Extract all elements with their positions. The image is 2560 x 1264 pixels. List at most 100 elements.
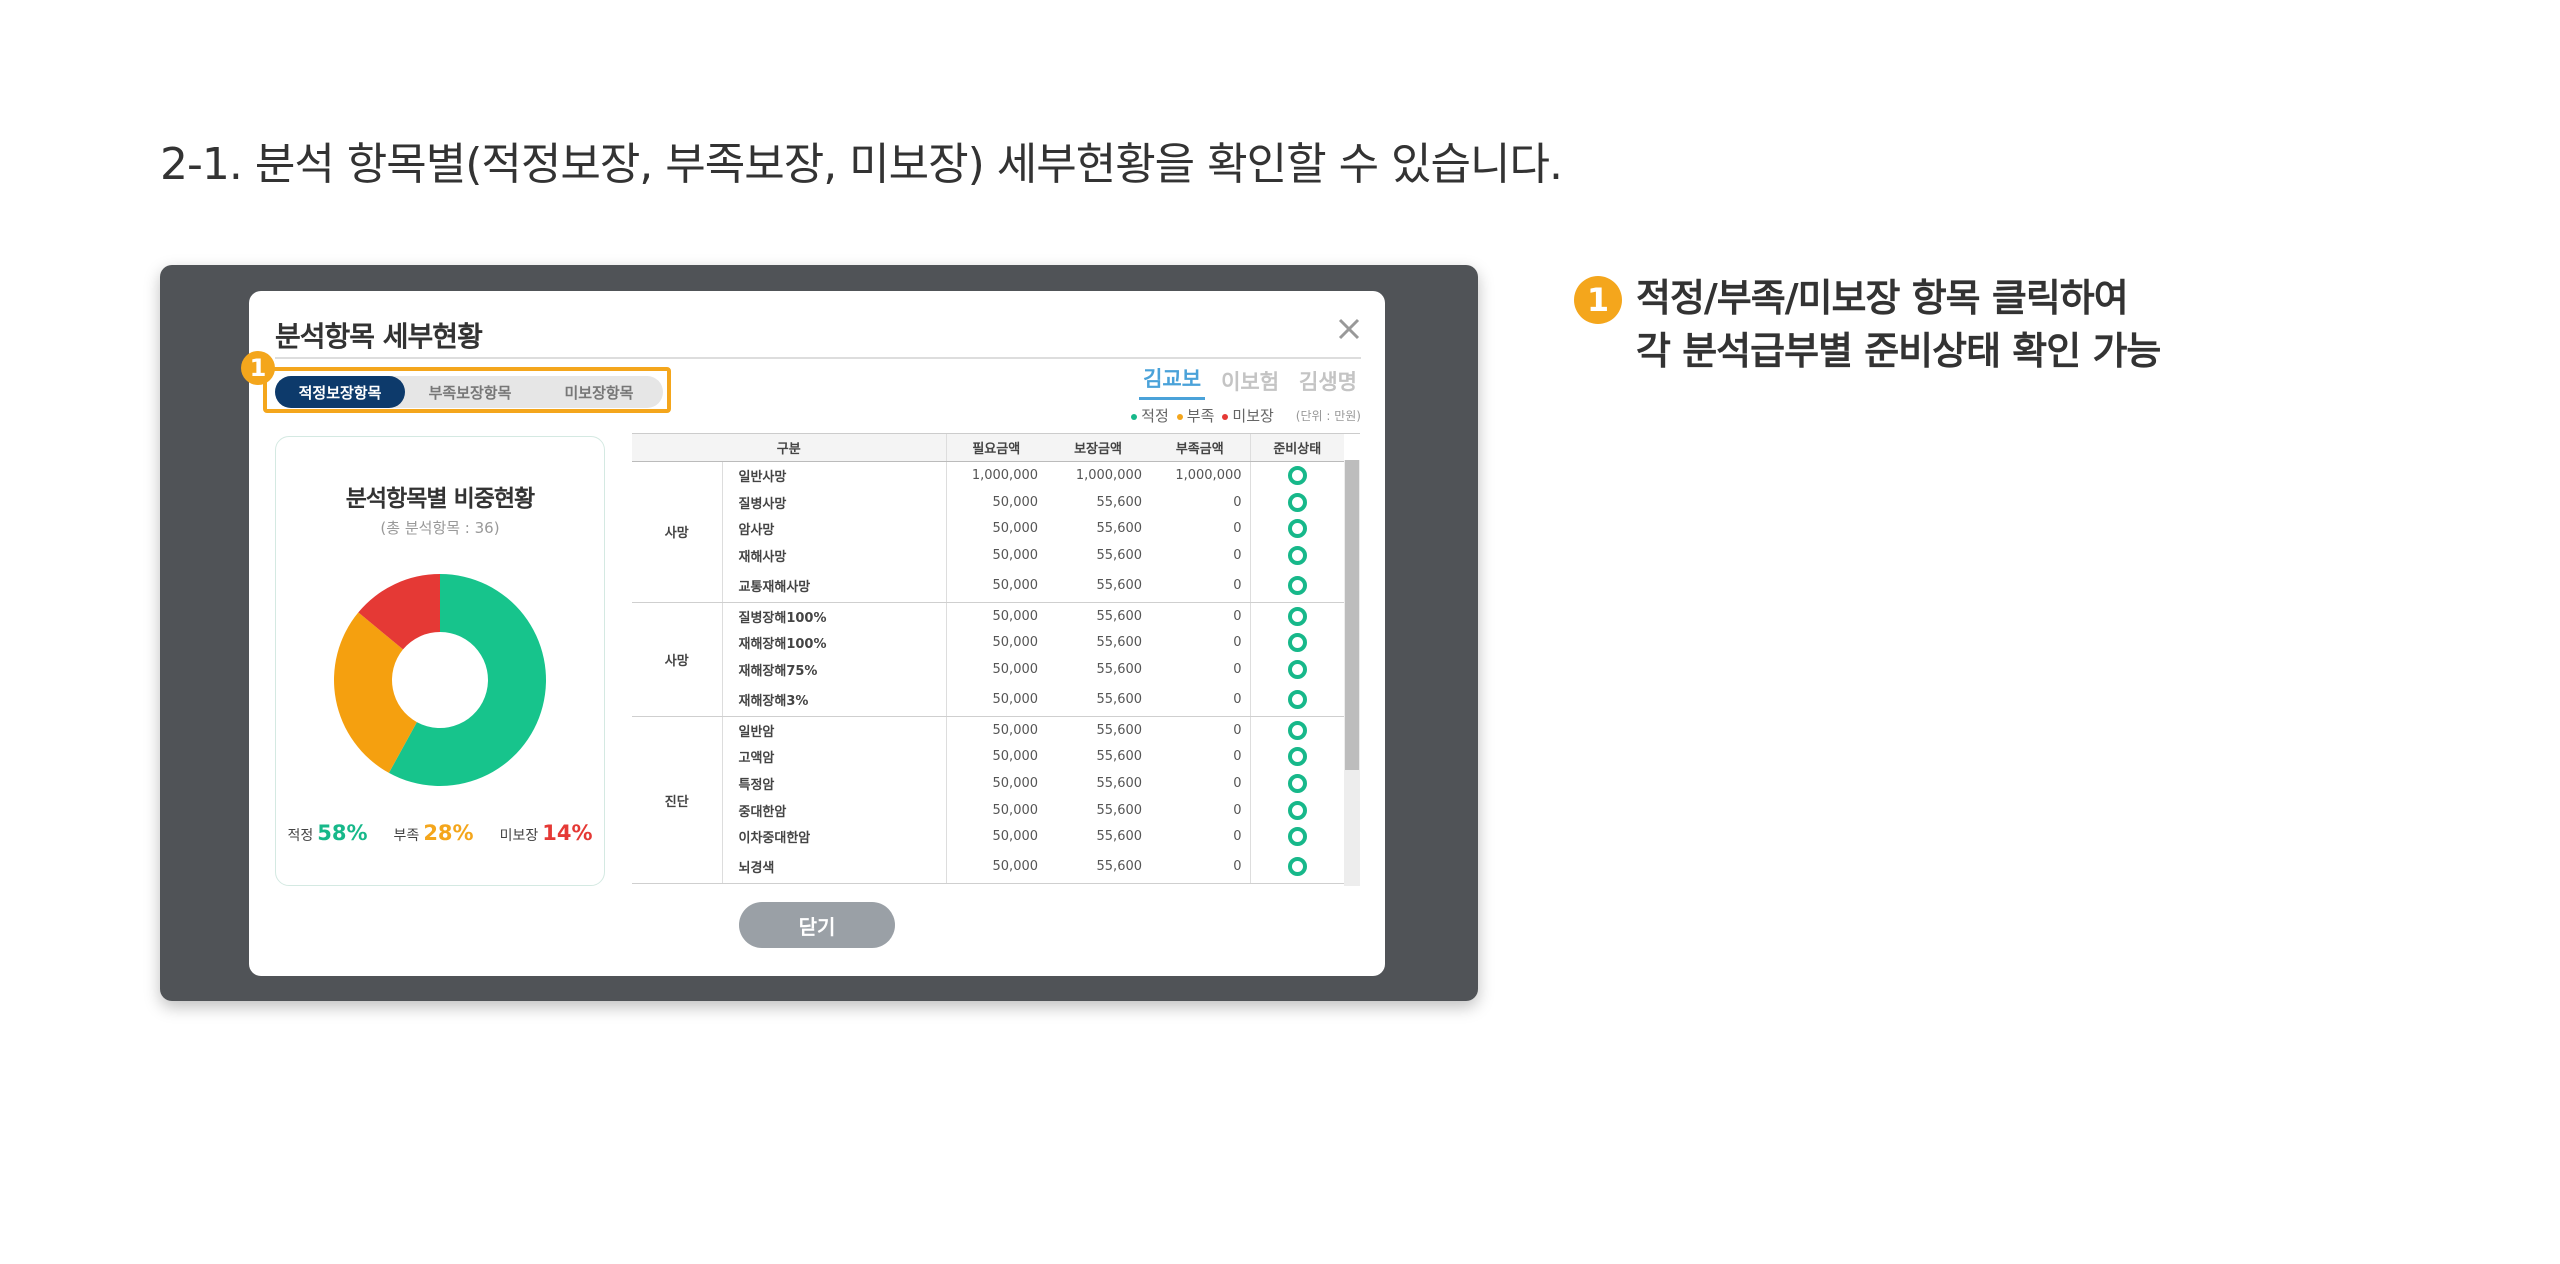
need-amount: 50,000 <box>945 542 1047 569</box>
table-row[interactable]: 중대한암 50,000 55,600 0 <box>632 796 1345 824</box>
status-cell <box>1249 542 1345 569</box>
table-row[interactable]: 재해장해3% 50,000 55,600 0 <box>632 682 1345 717</box>
dialog-title: 분석항목 세부현황 <box>275 320 483 353</box>
status-cell <box>1249 488 1345 516</box>
item-name: 암사망 <box>738 523 775 539</box>
short-amount: 0 <box>1233 608 1242 624</box>
ratio-card: 분석항목별 비중현황 (총 분석항목 : 36) 적정 58% 부족 28% 미보장… <box>275 436 605 886</box>
cover-amount: 55,600 <box>1096 802 1143 818</box>
need-amount: 50,000 <box>945 716 1047 744</box>
cover-amount: 55,600 <box>1096 661 1143 677</box>
item-name: 재해장해75% <box>738 663 818 679</box>
need-amount: 50,000 <box>945 629 1047 657</box>
table-row[interactable]: 뇌경색 50,000 55,600 0 <box>632 850 1345 885</box>
table-scrollbar[interactable] <box>1344 460 1360 886</box>
table-row[interactable]: 암사망 50,000 55,600 0 <box>632 515 1345 543</box>
cover-amount: 55,600 <box>1096 547 1143 563</box>
need-amount: 50,000 <box>945 682 1047 717</box>
group-label: 사망 <box>632 461 723 603</box>
table-row[interactable]: 재해장해75% 50,000 55,600 0 <box>632 656 1345 683</box>
short-amount: 0 <box>1233 661 1242 677</box>
person-tab-1[interactable]: 김교보 <box>1139 363 1206 400</box>
item-name: 질병장해100% <box>738 610 827 626</box>
status-circle-icon <box>1287 519 1307 539</box>
coverage-table-container: 구분 필요금액 보장금액 부족금액 준비상태 사망 일반사망 1,000,000 1,… <box>632 433 1360 886</box>
status-circle-icon <box>1287 606 1307 626</box>
table-row[interactable]: 사망 질병장해100% 50,000 55,600 0 <box>632 602 1345 717</box>
col-header-status: 준비상태 <box>1249 434 1345 462</box>
status-cell <box>1249 629 1345 657</box>
table-row[interactable]: 고액암 50,000 55,600 0 <box>632 743 1345 771</box>
item-name: 재해장해100% <box>738 637 827 653</box>
short-amount: 0 <box>1150 568 1251 603</box>
group-label: 진단 <box>632 716 723 885</box>
need-amount: 50,000 <box>945 850 1047 885</box>
cover-amount: 55,600 <box>1046 682 1151 717</box>
unit-label: (단위 : 만원) <box>1295 409 1361 423</box>
status-circle-icon <box>1287 827 1307 847</box>
item-name: 이차중대한암 <box>738 831 811 847</box>
status-circle-icon <box>1287 774 1307 794</box>
table-row[interactable]: 진단 일반암 50,000 55,600 0 <box>632 716 1345 885</box>
status-circle-icon <box>1287 689 1307 709</box>
legend-dot-uncovered <box>1222 413 1229 420</box>
callout-line-2: 각 분석급부별 준비상태 확인 가능 <box>1636 329 2161 374</box>
status-circle-icon <box>1287 545 1307 565</box>
item-name: 일반사망 <box>738 469 787 485</box>
stat-insufficient: 부족 28% <box>393 821 474 845</box>
stat-adequate: 적정 58% <box>287 821 368 845</box>
cover-amount: 55,600 <box>1096 521 1143 537</box>
need-amount: 50,000 <box>945 656 1047 683</box>
status-cell <box>1249 850 1345 885</box>
table-row[interactable]: 재해사망 50,000 55,600 0 <box>632 542 1345 569</box>
cover-amount: 55,600 <box>1096 494 1143 510</box>
close-icon[interactable] <box>1335 315 1363 343</box>
coverage-table: 구분 필요금액 보장금액 부족금액 준비상태 사망 일반사망 1,000,000 1,… <box>632 434 1345 885</box>
status-cell <box>1249 743 1345 771</box>
item-name: 중대한암 <box>738 804 787 820</box>
status-circle-icon <box>1287 800 1307 820</box>
callout: 1 적정/부족/미보장 항목 클릭하여 각 분석급부별 준비상태 확인 가능 <box>1574 272 2161 378</box>
need-amount: 50,000 <box>945 823 1047 851</box>
short-amount: 0 <box>1233 547 1242 563</box>
item-name: 재해사망 <box>738 549 787 565</box>
table-row[interactable]: 교통재해사망 50,000 55,600 0 <box>632 568 1345 603</box>
close-button[interactable]: 닫기 <box>739 902 895 948</box>
page-heading: 2-1. 분석 항목별(적정보장, 부족보장, 미보장) 세부현황을 확인할 수… <box>160 139 1563 190</box>
need-amount: 50,000 <box>945 488 1047 516</box>
table-row[interactable]: 질병사망 50,000 55,600 0 <box>632 488 1345 516</box>
need-amount: 1,000,000 <box>945 461 1047 489</box>
item-name: 질병사망 <box>738 496 787 512</box>
status-cell <box>1249 461 1345 489</box>
title-divider <box>275 357 1361 359</box>
callout-line-1: 적정/부족/미보장 항목 클릭하여 <box>1636 276 2129 320</box>
legend-uncovered: 미보장 <box>1222 405 1274 426</box>
short-amount: 0 <box>1150 850 1251 885</box>
need-amount: 50,000 <box>945 515 1047 543</box>
person-tab-2[interactable]: 이보험 <box>1217 366 1283 400</box>
table-row[interactable]: 이차중대한암 50,000 55,600 0 <box>632 823 1345 851</box>
ratio-card-subtitle: (총 분석항목 : 36) <box>380 519 500 537</box>
tab-highlight-box <box>263 367 671 413</box>
cover-amount: 55,600 <box>1096 635 1143 651</box>
short-amount: 0 <box>1150 682 1251 717</box>
table-row[interactable]: 특정암 50,000 55,600 0 <box>632 770 1345 797</box>
status-circle-icon <box>1287 747 1307 767</box>
short-amount: 0 <box>1233 802 1242 818</box>
need-amount: 50,000 <box>945 568 1047 603</box>
col-header-category: 구분 <box>632 434 947 462</box>
status-cell <box>1249 682 1345 717</box>
person-tab-3[interactable]: 김생명 <box>1295 366 1361 400</box>
short-amount: 0 <box>1233 776 1242 792</box>
table-row[interactable]: 재해장해100% 50,000 55,600 0 <box>632 629 1345 657</box>
table-row[interactable]: 사망 일반사망 1,000,000 1,000,000 1,000,000 <box>632 461 1345 603</box>
scroll-thumb[interactable] <box>1345 460 1359 770</box>
item-name: 교통재해사망 <box>722 568 947 603</box>
col-header-short: 부족금액 <box>1150 434 1251 462</box>
cover-amount: 55,600 <box>1096 608 1143 624</box>
cover-amount: 55,600 <box>1096 776 1143 792</box>
coverage-donut-chart <box>333 574 546 786</box>
need-amount: 50,000 <box>945 743 1047 771</box>
status-cell <box>1249 568 1345 603</box>
item-name: 뇌경색 <box>722 850 947 885</box>
